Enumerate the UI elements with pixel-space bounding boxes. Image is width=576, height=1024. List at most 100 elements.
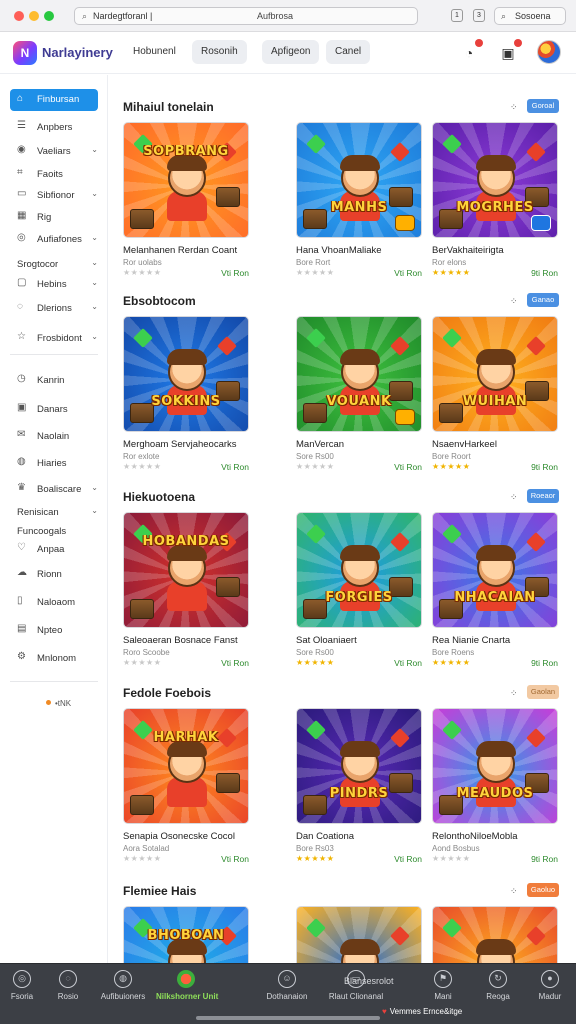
dock-item[interactable]: ◌ Rosio [38, 970, 98, 1016]
app-logo[interactable]: N [13, 41, 37, 65]
game-thumbnail[interactable]: WUIHAN [432, 316, 558, 432]
chevron-down-icon[interactable]: ⌄ [91, 506, 98, 515]
sidebar-item-2[interactable]: ◉ Vaeliars ⌄ [10, 142, 98, 162]
sidebar-item-label: Hiaries [37, 458, 67, 469]
game-card[interactable]: SOPBRANG Melanhanen Rerdan Coant Ror uolab… [123, 122, 249, 282]
globe-icon: ◍ [114, 970, 132, 988]
game-card[interactable]: MOGRHES BerVakhaiteirigta Ror elons ★★★★★ 9t… [432, 122, 558, 282]
dock-item[interactable]: ● Madur [520, 970, 576, 1016]
chevron-down-icon[interactable]: ⌄ [91, 233, 98, 242]
chevron-down-icon[interactable]: ⌄ [91, 145, 98, 154]
sidebar-item-5[interactable]: ▦ Rig [10, 208, 98, 228]
game-thumbnail[interactable]: SOPBRANG [123, 122, 249, 238]
sidebar-item-label: Anpaa [37, 544, 65, 555]
game-subtitle: Bore Roens [432, 648, 475, 657]
minimize-window-button[interactable] [29, 11, 39, 21]
sidebar-item-13[interactable]: ✉ Naolain [10, 427, 98, 447]
nav-tab-apps[interactable]: Apfigeon [262, 40, 320, 64]
game-thumbnail[interactable]: MEAUDOS [432, 708, 558, 824]
game-card[interactable]: SOKKINS Merghoam Servjaheocarks Ror exlote… [123, 316, 249, 476]
nav-tab-channel[interactable]: Canel [326, 40, 371, 64]
game-card[interactable]: WUIHAN NsaenvHarkeel Bore Roort ★★★★★ 9ti Ro… [432, 316, 558, 476]
game-thumbnail[interactable]: HOBANDAS [123, 512, 249, 628]
section-more-button[interactable]: Ganao [527, 293, 559, 307]
downloads-button[interactable]: 3 [473, 9, 485, 22]
sidebar-item-4[interactable]: ▭ Sibfionor ⌄ [10, 186, 98, 206]
game-card[interactable]: MEAUDOS RelonthoNiloeMobla Aond Bosbus ★★★★… [432, 708, 558, 868]
game-card[interactable]: FORGIES Sat Oloaniaert Sore Rs00 ★★★★★ Vti R… [296, 512, 422, 672]
section-more-button[interactable]: Goroal [527, 99, 559, 113]
sidebar-item-18[interactable]: ♡ Anpaa [10, 540, 98, 560]
dock-item[interactable]: ◍ Aufibuioners [93, 970, 153, 1016]
sidebar-item-7[interactable]: Srogtocor ⌄ [10, 255, 98, 275]
game-thumbnail[interactable]: VOUANK [296, 316, 422, 432]
sidebar-item-0[interactable]: ⌂ Finbursan [10, 89, 98, 111]
chevron-down-icon[interactable]: ⌄ [91, 302, 98, 311]
nav-tab-recent[interactable]: Rosonih [192, 40, 247, 64]
grid-view-icon[interactable]: ⁘ [510, 102, 518, 113]
game-thumbnail[interactable]: PINDRS [296, 708, 422, 824]
game-card[interactable]: HOBANDAS Saleoaeran Bosnace Fanst Roro Sco… [123, 512, 249, 672]
game-title-art: SOKKINS [151, 395, 221, 409]
nav-tab-home[interactable]: Hobunenl [124, 40, 185, 64]
game-card[interactable]: VOUANK ManVercan Sore Rs00 ★★★★★ Vti Ron [296, 316, 422, 476]
game-thumbnail[interactable]: MOGRHES [432, 122, 558, 238]
grid-view-icon[interactable]: ⁘ [510, 492, 518, 503]
home-indicator[interactable] [196, 1016, 380, 1020]
sidebar-item-11[interactable]: ◷ Kanrin [10, 371, 98, 391]
cart-icon[interactable]: ▣ [497, 39, 522, 64]
sidebar-item-20[interactable]: ▯ Naloaom [10, 593, 98, 613]
grid-view-icon[interactable]: ⁘ [510, 296, 518, 307]
game-thumbnail[interactable]: FORGIES [296, 512, 422, 628]
game-thumbnail[interactable]: HARHAK [123, 708, 249, 824]
address-bar[interactable]: ⌕ Nardegtforanl | Aufbrosa [74, 7, 418, 25]
notifications-icon[interactable]: ◔ [458, 39, 483, 64]
chevron-down-icon[interactable]: ⌄ [91, 278, 98, 287]
sidebar-item-1[interactable]: ☰ Anpbers [10, 118, 98, 138]
sidebar-item-19[interactable]: ☁ Rionn [10, 565, 98, 585]
section-more-button[interactable]: Roeaor [527, 489, 559, 503]
game-card[interactable]: HARHAK Senapia Osonecske Cocol Aora Sotala… [123, 708, 249, 868]
section-more-button[interactable]: Gaolan [527, 685, 559, 699]
sidebar-item-16[interactable]: Renisican ⌄ [10, 503, 98, 523]
sidebar-item-22[interactable]: ⚙ Mnlonom [10, 649, 98, 669]
game-thumbnail[interactable]: MANHS [296, 122, 422, 238]
chevron-down-icon[interactable]: ⌄ [91, 189, 98, 198]
sidebar-item-6[interactable]: ◎ Aufiafones ⌄ [10, 230, 98, 250]
game-card[interactable]: NHACAIAN Rea Nianie Cnarta Bore Roens ★★★★★… [432, 512, 558, 672]
game-card[interactable]: MANHS Hana VhoanMaliake Bore Rort ★★★★★ Vti … [296, 122, 422, 282]
folder-icon: ▭ [17, 188, 27, 199]
game-title: RelonthoNiloeMobla [432, 831, 518, 842]
sidebar-item-15[interactable]: ♛ Boaliscare ⌄ [10, 480, 98, 500]
sidebar-item-10[interactable]: ☆ Frosbidont ⌄ [10, 329, 98, 349]
search-icon: ⌕ [501, 11, 507, 21]
sidebar-item-21[interactable]: ▤ Npteo [10, 621, 98, 641]
tab-count-button[interactable]: 1 [451, 9, 463, 22]
game-title-art: BHOBOAN [147, 929, 225, 943]
section-more-button[interactable]: Gaoluo [527, 883, 559, 897]
chevron-down-icon[interactable]: ⌄ [91, 258, 98, 267]
chevron-down-icon[interactable]: ⌄ [91, 483, 98, 492]
sidebar-item-14[interactable]: ◍ Hiaries [10, 454, 98, 474]
chat-icon: ◌ [59, 970, 77, 988]
chevron-down-icon[interactable]: ⌄ [91, 332, 98, 341]
grid-view-icon[interactable]: ⁘ [510, 688, 518, 699]
sidebar-item-9[interactable]: ◌ Dlerions ⌄ [10, 299, 98, 319]
sidebar-item-8[interactable]: ▢ Hebins ⌄ [10, 275, 98, 295]
game-price: Vti Ron [221, 854, 249, 864]
maximize-window-button[interactable] [44, 11, 54, 21]
character-hair [340, 741, 380, 757]
game-thumbnail[interactable]: NHACAIAN [432, 512, 558, 628]
dock-item[interactable]: ☺ Dothanaion [257, 970, 317, 1016]
game-card[interactable]: PINDRS Dan Coationa Bore Rs03 ★★★★★ Vti Ron [296, 708, 422, 868]
sidebar-item-17[interactable]: Funcoogals [10, 522, 98, 542]
user-avatar[interactable] [537, 40, 561, 64]
dock-item[interactable]: ↻ Reoga [468, 970, 528, 1016]
sidebar-item-12[interactable]: ▣ Danars [10, 400, 98, 420]
grid-view-icon[interactable]: ⁘ [510, 886, 518, 897]
game-thumbnail[interactable]: SOKKINS [123, 316, 249, 432]
sidebar-item-3[interactable]: ⌗ Faoits [10, 165, 98, 185]
dock-item[interactable]: Nilkshorner Unit [156, 970, 218, 1016]
toolbar-search-button[interactable]: ⌕ Sosoena [494, 7, 566, 25]
close-window-button[interactable] [14, 11, 24, 21]
